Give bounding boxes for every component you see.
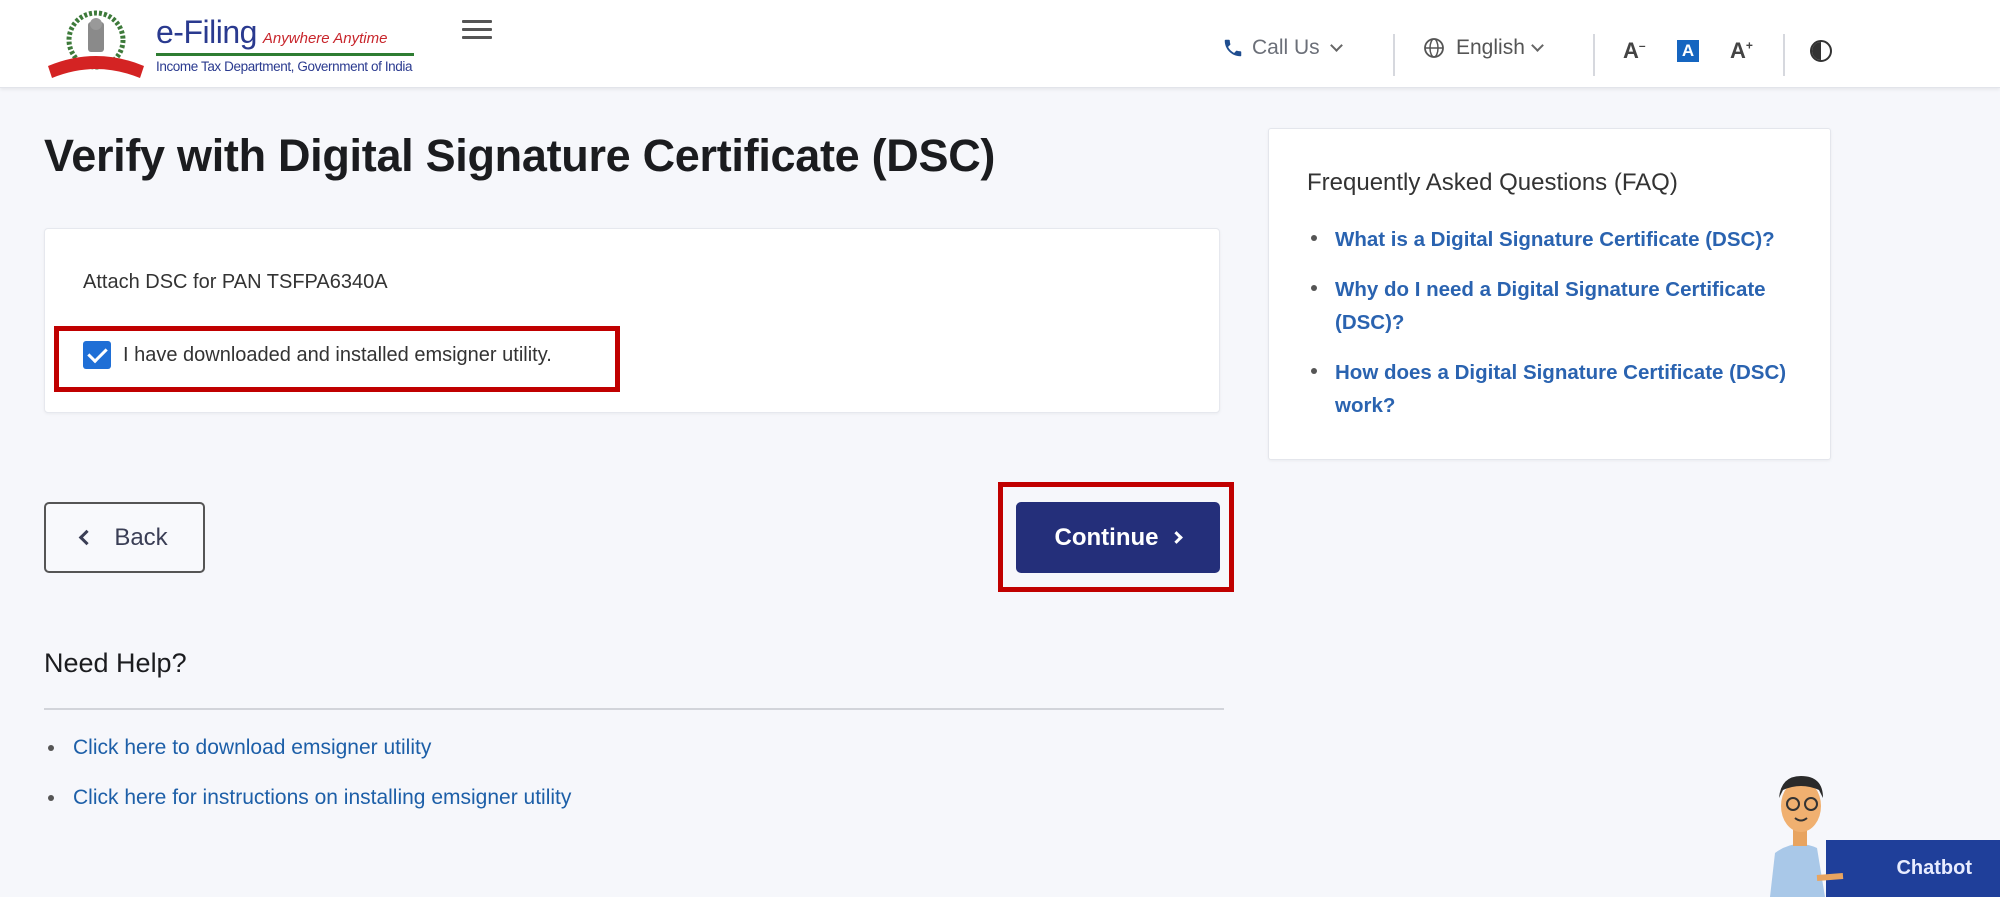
emblem-logo-icon[interactable]: [44, 10, 148, 82]
faq-title: Frequently Asked Questions (FAQ): [1307, 169, 1678, 196]
help-links: Click here to download emsigner utility …: [44, 736, 571, 836]
help-divider: [44, 708, 1224, 710]
bullet-icon: [1311, 285, 1317, 291]
language-label: English: [1456, 36, 1525, 59]
phone-icon: [1224, 39, 1242, 57]
header-divider: [1593, 34, 1595, 76]
font-decrease-button[interactable]: A–: [1623, 38, 1646, 64]
globe-icon: [1424, 38, 1444, 58]
attach-dsc-label: Attach DSC for PAN TSFPA6340A: [83, 271, 388, 293]
brand-divider: [156, 53, 414, 56]
contrast-toggle-icon[interactable]: [1810, 40, 1832, 62]
bullet-icon: [48, 745, 54, 751]
chatbot-avatar-icon[interactable]: [1755, 768, 1850, 897]
download-emsigner-link[interactable]: Click here to download emsigner utility: [73, 736, 431, 760]
help-list-item: Click here for instructions on installin…: [44, 786, 571, 810]
help-list-item: Click here to download emsigner utility: [44, 736, 571, 760]
faq-panel: Frequently Asked Questions (FAQ) What is…: [1268, 128, 1831, 460]
chatbot-label: Chatbot: [1896, 857, 1972, 879]
checkbox-highlight-box: [54, 326, 620, 392]
brand-title: e-Filing: [156, 14, 257, 50]
faq-list: What is a Digital Signature Certificate …: [1309, 223, 1809, 439]
faq-link-what-is-dsc[interactable]: What is a Digital Signature Certificate …: [1335, 223, 1775, 256]
faq-link-how-dsc-works[interactable]: How does a Digital Signature Certificate…: [1335, 356, 1809, 422]
chevron-down-icon: [1531, 38, 1544, 52]
faq-item: How does a Digital Signature Certificate…: [1309, 356, 1809, 422]
bullet-icon: [1311, 368, 1317, 374]
brand-subtitle: Income Tax Department, Government of Ind…: [156, 59, 413, 74]
font-decrease-label: A: [1623, 38, 1639, 63]
chatbot-button[interactable]: Chatbot: [1826, 840, 2000, 897]
continue-highlight-box: [998, 482, 1234, 592]
faq-item: What is a Digital Signature Certificate …: [1309, 223, 1809, 256]
faq-item: Why do I need a Digital Signature Certif…: [1309, 273, 1809, 339]
chevron-left-icon: [79, 529, 95, 546]
chevron-down-icon: [1329, 38, 1343, 52]
page-title: Verify with Digital Signature Certificat…: [44, 130, 996, 181]
back-button[interactable]: Back: [44, 502, 205, 573]
header-divider: [1393, 34, 1395, 76]
header-divider: [1783, 34, 1785, 76]
faq-link-why-need-dsc[interactable]: Why do I need a Digital Signature Certif…: [1335, 273, 1809, 339]
need-help-title: Need Help?: [44, 648, 187, 678]
bullet-icon: [48, 795, 54, 801]
font-default-button[interactable]: A: [1677, 40, 1699, 62]
brand[interactable]: e-Filing Anywhere Anytime Income Tax Dep…: [156, 14, 414, 74]
language-dropdown[interactable]: English: [1422, 36, 1544, 60]
call-us-dropdown[interactable]: Call Us: [1222, 36, 1343, 60]
bullet-icon: [1311, 235, 1317, 241]
install-instructions-link[interactable]: Click here for instructions on installin…: [73, 786, 571, 810]
font-increase-button[interactable]: A+: [1730, 38, 1753, 64]
top-header: e-Filing Anywhere Anytime Income Tax Dep…: [0, 0, 2000, 88]
menu-icon[interactable]: [462, 20, 492, 44]
font-increase-label: A: [1730, 38, 1746, 63]
call-us-label: Call Us: [1252, 36, 1320, 59]
brand-tagline: Anywhere Anytime: [262, 30, 388, 47]
back-label: Back: [114, 523, 168, 551]
